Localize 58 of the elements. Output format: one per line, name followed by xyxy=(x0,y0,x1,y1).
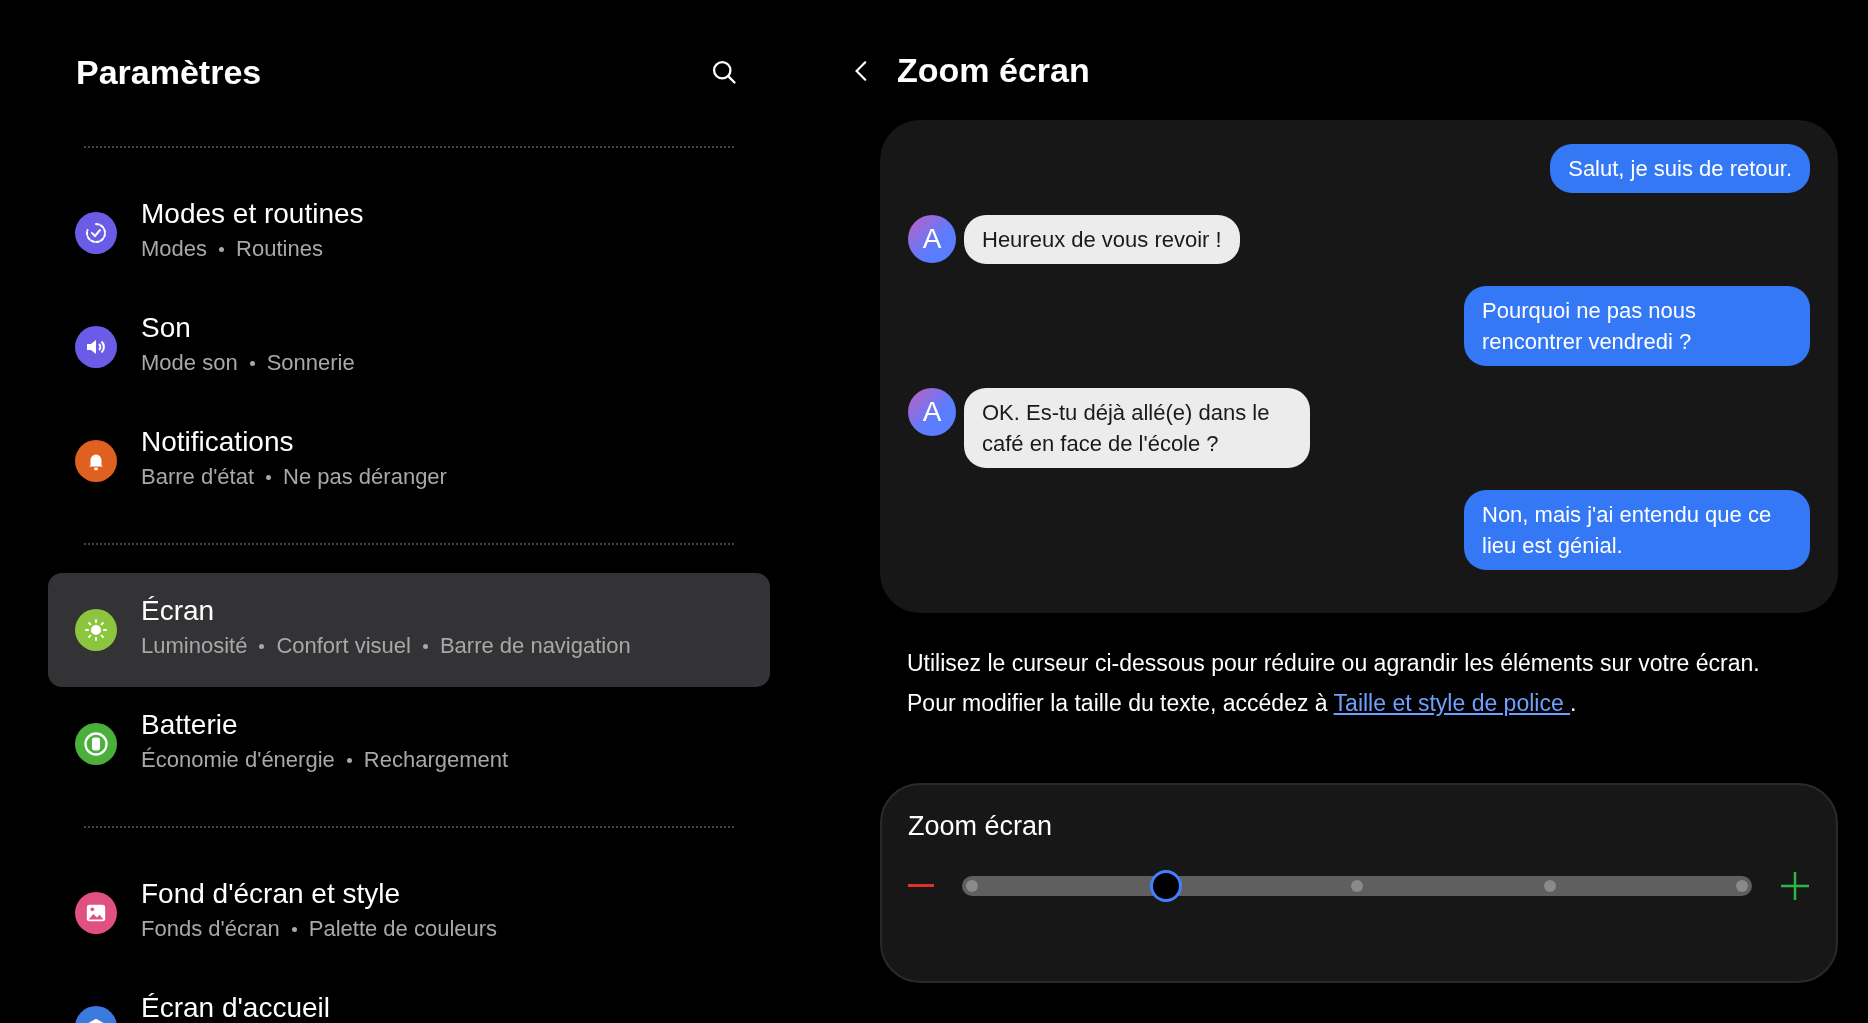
item-title: Fond d'écran et style xyxy=(141,878,402,910)
item-subtitle: Confort visuel xyxy=(276,633,411,659)
sent-message: Salut, je suis de retour. xyxy=(1550,144,1810,193)
battery-icon xyxy=(82,730,110,758)
slider-label: Zoom écran xyxy=(908,811,1054,842)
avatar: A xyxy=(908,215,956,263)
separator-dot xyxy=(259,643,265,649)
separator-dot xyxy=(219,246,225,252)
settings-title: Paramètres xyxy=(76,52,262,92)
item-subtitle: Ne pas déranger xyxy=(283,464,447,490)
sent-message: Non, mais j'ai entendu que ce lieu est génial. xyxy=(1464,490,1810,570)
item-subtitle: Sonnerie xyxy=(266,350,355,376)
minus-icon[interactable] xyxy=(908,884,934,888)
separator-dot xyxy=(422,643,428,649)
avatar: A xyxy=(908,388,956,436)
plus-icon[interactable] xyxy=(1780,871,1810,901)
item-subtitle: Modes xyxy=(141,236,208,262)
settings-item[interactable]: Notifications Barre d'état Ne pas déranger xyxy=(48,404,770,518)
item-title: Écran xyxy=(141,595,216,627)
sent-message: Pourquoi ne pas nous rencontrer vendredi ? xyxy=(1464,286,1810,366)
separator-dot xyxy=(249,360,255,366)
settings-item[interactable]: Écran d'accueil xyxy=(48,970,770,1023)
slider-stop xyxy=(1736,880,1748,892)
item-title: Notifications xyxy=(141,426,295,458)
settings-item[interactable]: Son Mode son Sonnerie xyxy=(48,290,770,404)
item-title: Batterie xyxy=(141,709,239,741)
separator-dot xyxy=(346,757,352,763)
settings-item[interactable]: Écran Luminosité Confort visuel Barre de navigation xyxy=(48,573,770,687)
item-subtitle: Fonds d'écran xyxy=(141,916,280,942)
slider-stop xyxy=(966,880,978,892)
zoom-slider[interactable] xyxy=(962,870,1752,902)
font-settings-link[interactable]: Taille et style de police xyxy=(1333,690,1571,716)
item-subtitle: Rechargement xyxy=(363,747,509,773)
settings-item[interactable]: Modes et routines Modes Routines xyxy=(48,176,770,290)
item-subtitle: Routines xyxy=(236,236,323,262)
check-cycle-icon xyxy=(84,221,108,245)
item-subtitle: Économie d'énergie xyxy=(141,747,335,773)
image-icon xyxy=(85,902,107,924)
slider-stop xyxy=(1351,880,1363,892)
settings-item[interactable]: Fond d'écran et style Fonds d'écran Palette de couleurs xyxy=(48,856,770,970)
settings-item[interactable]: Batterie Économie d'énergie Rechargement xyxy=(48,687,770,801)
item-subtitle: Mode son xyxy=(141,350,238,376)
separator-dot xyxy=(266,474,272,480)
page-title: Zoom écran xyxy=(897,51,1090,90)
item-subtitle: Barre d'état xyxy=(141,464,255,490)
received-message: Heureux de vous revoir ! xyxy=(964,215,1240,264)
received-message: OK. Es-tu déjà allé(e) dans le café en face de l'école ? xyxy=(964,388,1310,468)
separator-dot xyxy=(291,926,297,932)
item-title: Écran d'accueil xyxy=(141,992,330,1023)
description-text: Utilisez le curseur ci-dessous pour réduire ou agrandir les éléments sur votre écran. Pour modifier la taille du texte, accédez à Taille et style de police . xyxy=(907,649,1761,718)
slider-stop xyxy=(1543,880,1556,892)
item-subtitle: Palette de couleurs xyxy=(308,916,498,942)
item-subtitle: Luminosité xyxy=(141,633,248,659)
item-title: Son xyxy=(141,312,192,344)
slider-thumb[interactable] xyxy=(1149,870,1182,902)
item-title: Modes et routines xyxy=(141,198,364,230)
item-subtitle: Barre de navigation xyxy=(439,633,631,659)
sun-icon xyxy=(84,618,108,642)
